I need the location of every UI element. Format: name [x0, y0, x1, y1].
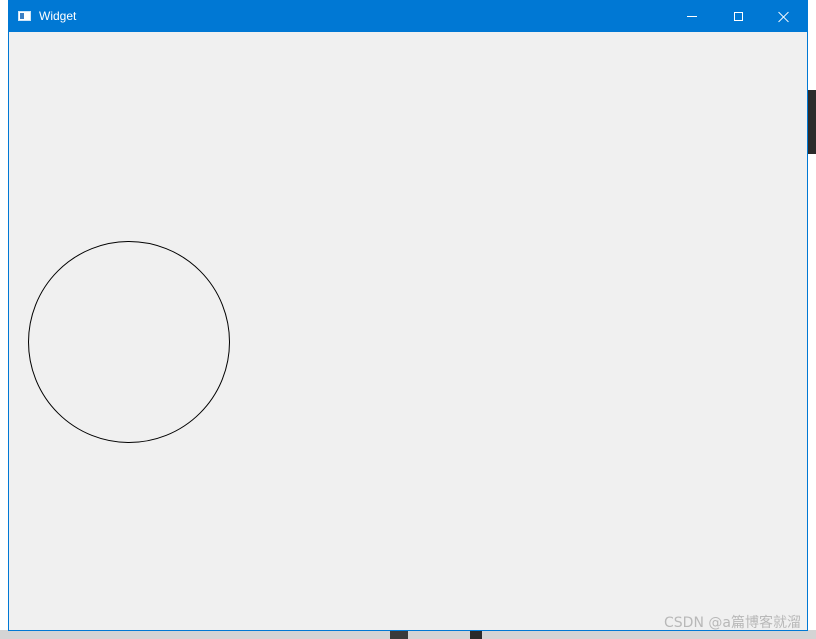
widget-window: Widget	[8, 0, 808, 631]
background-bottom-block	[390, 630, 408, 639]
close-button[interactable]	[761, 1, 807, 32]
widget-client-area[interactable]	[9, 32, 807, 630]
csdn-watermark: CSDN @a篇博客就溜	[664, 615, 801, 631]
minimize-button[interactable]	[669, 1, 715, 32]
drawn-circle	[28, 241, 230, 443]
background-bottom-block	[470, 630, 482, 639]
window-title: Widget	[39, 9, 77, 23]
maximize-icon	[733, 12, 743, 21]
minimize-icon	[687, 16, 697, 17]
maximize-button[interactable]	[715, 1, 761, 32]
background-editor-fragment	[808, 90, 816, 154]
close-icon	[778, 11, 790, 23]
app-window-icon	[18, 11, 31, 21]
background-left-edge	[0, 0, 8, 639]
title-bar[interactable]: Widget	[9, 1, 807, 32]
